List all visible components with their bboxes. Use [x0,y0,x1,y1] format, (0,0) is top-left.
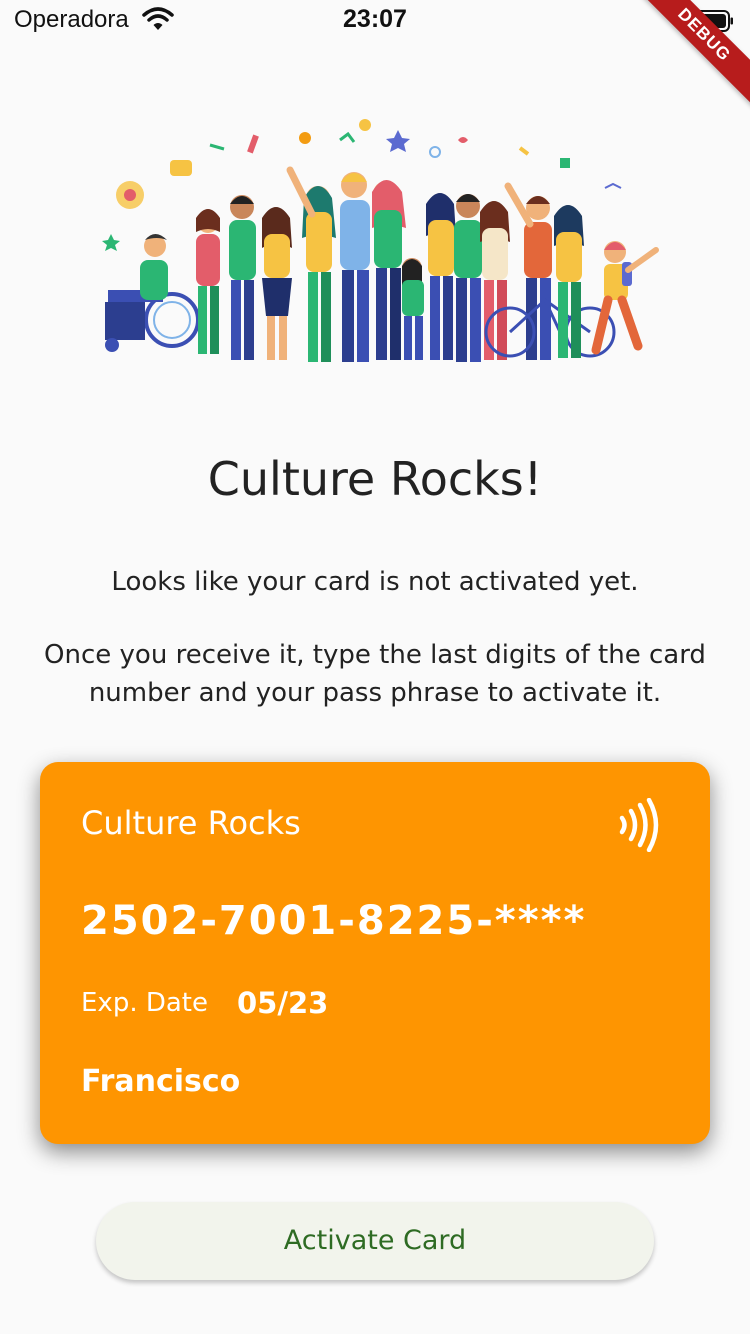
card-holder-name: Francisco [81,1064,241,1099]
expiry-value: 05/23 [237,986,329,1020]
page-title: Culture Rocks! [207,452,543,506]
status-bar: Operadora 23:07 DEBUG [0,0,750,117]
membership-card: Culture Rocks 2502-7001-8225-**** Exp. D… [40,762,710,1144]
card-brand: Culture Rocks [81,804,301,842]
card-number: 2502-7001-8225-**** [81,898,587,944]
wheelchair-person [105,234,200,352]
nfc-icon [619,798,659,852]
crowd-figures [196,166,659,362]
people-crowd-illustration [102,119,659,362]
status-message: Looks like your card is not activated ye… [111,567,639,597]
expiry-label: Exp. Date [81,988,208,1018]
activate-card-button[interactable]: Activate Card [96,1202,654,1280]
instruction-message: Once you receive it, type the last digit… [44,640,706,708]
status-time: 23:07 [343,5,407,33]
